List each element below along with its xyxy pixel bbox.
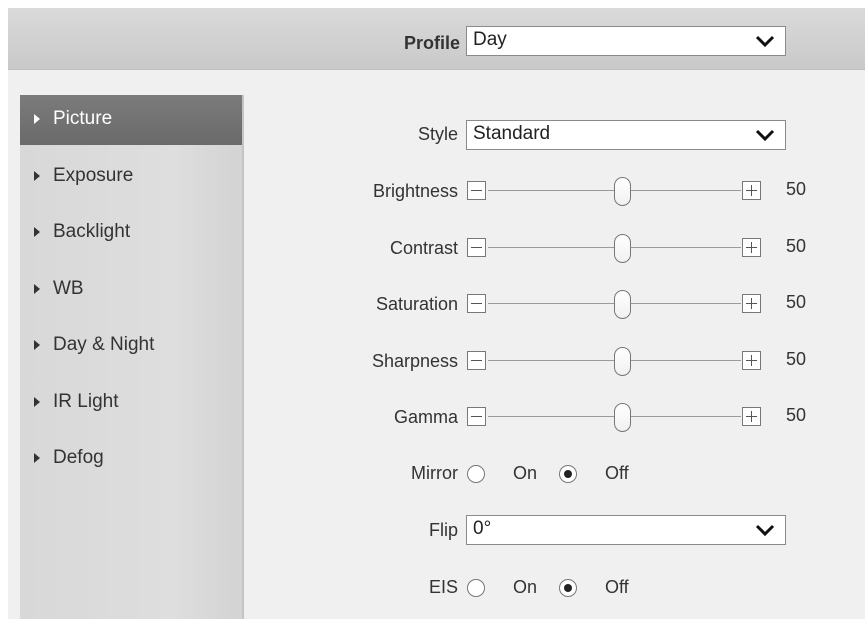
flip-label: Flip <box>428 520 458 540</box>
chevron-down-icon <box>755 35 775 48</box>
contrast-value: 50 <box>786 236 807 256</box>
gamma-decrease-button[interactable] <box>467 407 486 426</box>
sharpness-handle[interactable] <box>614 347 631 376</box>
eis-off-label: Off <box>605 577 629 597</box>
style-select[interactable]: Standard <box>466 120 786 150</box>
brightness-increase-button[interactable] <box>742 181 761 200</box>
minus-icon <box>471 360 482 361</box>
sidebar-item-day-night[interactable]: Day & Night <box>20 321 242 371</box>
chevron-down-icon <box>755 129 775 142</box>
gamma-label: Gamma <box>393 407 458 427</box>
profile-select-value: Day <box>473 29 507 50</box>
sidebar-item-picture[interactable]: Picture <box>20 95 242 145</box>
triangle-right-icon <box>34 453 40 463</box>
minus-icon <box>471 247 482 248</box>
mirror-on-label: On <box>513 463 538 483</box>
sidebar-item-label: Backlight <box>53 221 131 242</box>
gamma-increase-button[interactable] <box>742 407 761 426</box>
gamma-handle[interactable] <box>614 403 631 432</box>
mirror-off-label: Off <box>605 463 629 483</box>
sidebar-item-defog[interactable]: Defog <box>20 434 242 484</box>
sidebar-item-exposure[interactable]: Exposure <box>20 152 242 202</box>
sharpness-value: 50 <box>786 349 807 369</box>
saturation-handle[interactable] <box>614 290 631 319</box>
sidebar: Picture Exposure Backlight WB Day & Nigh… <box>20 95 244 619</box>
eis-radio-group: On Off <box>467 577 667 603</box>
sidebar-item-label: IR Light <box>53 391 119 412</box>
triangle-right-icon <box>34 340 40 350</box>
sharpness-decrease-button[interactable] <box>467 351 486 370</box>
sidebar-item-label: WB <box>53 278 84 299</box>
sidebar-item-label: Day & Night <box>53 334 155 355</box>
saturation-value: 50 <box>786 292 807 312</box>
triangle-right-icon <box>34 397 40 407</box>
eis-label: EIS <box>428 577 458 597</box>
triangle-right-icon <box>34 284 40 294</box>
saturation-slider: 50 <box>467 290 827 319</box>
gamma-value: 50 <box>786 405 807 425</box>
minus-icon <box>471 303 482 304</box>
style-label: Style <box>417 124 458 144</box>
flip-select[interactable]: 0° <box>466 515 786 545</box>
mirror-on-radio[interactable] <box>467 465 485 483</box>
contrast-slider: 50 <box>467 234 827 263</box>
sharpness-increase-button[interactable] <box>742 351 761 370</box>
sharpness-label: Sharpness <box>371 351 458 371</box>
triangle-right-icon <box>34 114 40 124</box>
sharpness-slider: 50 <box>467 347 827 376</box>
profile-select[interactable]: Day <box>466 26 786 56</box>
saturation-increase-button[interactable] <box>742 294 761 313</box>
contrast-handle[interactable] <box>614 234 631 263</box>
brightness-label: Brightness <box>372 181 458 201</box>
sidebar-item-label: Picture <box>53 108 113 129</box>
profile-label: Profile <box>403 33 460 53</box>
contrast-label: Contrast <box>389 238 458 258</box>
eis-on-radio[interactable] <box>467 579 485 597</box>
mirror-label: Mirror <box>411 463 458 483</box>
minus-icon <box>471 416 482 417</box>
saturation-label: Saturation <box>375 294 458 314</box>
mirror-off-radio[interactable] <box>559 465 577 483</box>
sidebar-item-backlight[interactable]: Backlight <box>20 208 242 258</box>
brightness-decrease-button[interactable] <box>467 181 486 200</box>
style-select-value: Standard <box>473 123 551 144</box>
gamma-slider: 50 <box>467 403 827 432</box>
sidebar-item-label: Exposure <box>53 165 134 186</box>
brightness-handle[interactable] <box>614 177 631 206</box>
triangle-right-icon <box>34 227 40 237</box>
eis-on-label: On <box>513 577 538 597</box>
contrast-decrease-button[interactable] <box>467 238 486 257</box>
sidebar-item-label: Defog <box>53 447 104 468</box>
triangle-right-icon <box>34 171 40 181</box>
sidebar-item-ir-light[interactable]: IR Light <box>20 378 242 428</box>
contrast-increase-button[interactable] <box>742 238 761 257</box>
sidebar-item-wb[interactable]: WB <box>20 265 242 315</box>
minus-icon <box>471 190 482 191</box>
mirror-radio-group: On Off <box>467 463 667 489</box>
brightness-slider: 50 <box>467 177 827 206</box>
brightness-value: 50 <box>786 179 807 199</box>
eis-off-radio[interactable] <box>559 579 577 597</box>
saturation-decrease-button[interactable] <box>467 294 486 313</box>
flip-select-value: 0° <box>473 518 492 539</box>
chevron-down-icon <box>755 524 775 537</box>
